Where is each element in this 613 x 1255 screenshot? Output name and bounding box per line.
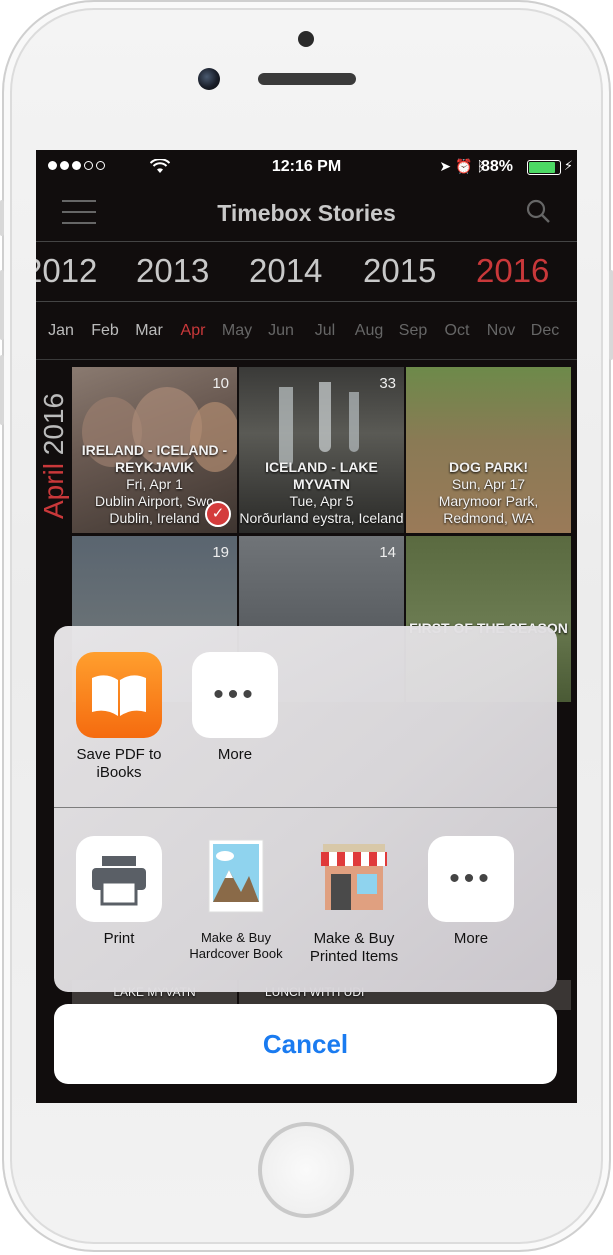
month-may[interactable]: May <box>215 322 259 340</box>
volume-up-button <box>0 270 4 340</box>
proximity-sensor <box>298 31 314 47</box>
action-more-activities[interactable]: ••• More <box>426 836 516 948</box>
year-selector: 2012 2013 2014 2015 2016 <box>36 242 577 302</box>
month-sep[interactable]: Sep <box>391 322 435 340</box>
month-oct[interactable]: Oct <box>435 322 479 340</box>
story-tile-dog-park[interactable]: DOG PARK! Sun, Apr 17 Marymoor Park, Red… <box>406 367 571 533</box>
tile-caption: ICELAND - LAKE MYVATN Tue, Apr 5 Norðurl… <box>239 459 404 526</box>
photo-book-icon <box>193 836 279 922</box>
screen: 12:16 PM ➤⏰ᛒ 88% ⚡ Timebox Stories 2012 … <box>36 150 577 1103</box>
month-nov[interactable]: Nov <box>479 322 523 340</box>
year-2012[interactable]: 2012 <box>36 252 97 290</box>
tile-photo-count: 10 <box>212 375 229 392</box>
month-apr[interactable]: Apr <box>171 322 215 340</box>
print-icon <box>76 836 162 922</box>
cancel-button[interactable]: Cancel <box>54 1004 557 1084</box>
action-more-apps[interactable]: ••• More <box>190 652 280 764</box>
year-2016[interactable]: 2016 <box>476 252 549 290</box>
tile-caption: DOG PARK! Sun, Apr 17 Marymoor Park, Red… <box>438 459 539 526</box>
month-mar[interactable]: Mar <box>127 322 171 340</box>
action-printed-items[interactable]: Make & Buy Printed Items <box>298 836 410 966</box>
month-dec[interactable]: Dec <box>523 322 567 340</box>
year-2014[interactable]: 2014 <box>249 252 322 290</box>
tile-photo-count: 14 <box>379 544 396 561</box>
year-2013[interactable]: 2013 <box>136 252 209 290</box>
month-aug[interactable]: Aug <box>347 322 391 340</box>
nav-bar: Timebox Stories <box>36 184 577 242</box>
month-jun[interactable]: Jun <box>259 322 303 340</box>
alarm-icon: ⏰ <box>455 158 477 174</box>
tile-photo-count: 33 <box>379 375 396 392</box>
battery-icon <box>527 160 561 175</box>
more-icon: ••• <box>192 652 278 738</box>
sheet-divider <box>54 807 557 808</box>
front-camera <box>198 68 220 90</box>
charging-icon: ⚡ <box>563 158 573 173</box>
storefront-icon <box>311 836 397 922</box>
action-hardcover-book[interactable]: Make & Buy Hardcover Book <box>180 836 292 962</box>
month-selector: Jan Feb Mar Apr May Jun Jul Aug Sep Oct … <box>36 302 577 360</box>
story-tile-lake-myvatn[interactable]: 33 ICELAND - LAKE MYVATN Tue, Apr 5 Norð… <box>239 367 404 533</box>
power-button <box>609 270 613 360</box>
tile-photo-count: 19 <box>212 544 229 561</box>
month-feb[interactable]: Feb <box>83 322 127 340</box>
section-month-label: April 2016 <box>38 392 69 520</box>
selected-check-icon: ✓ <box>205 501 231 527</box>
ibooks-icon <box>76 652 162 738</box>
story-tile-ireland[interactable]: 10 IRELAND - ICELAND - REYKJAVIK Fri, Ap… <box>72 367 237 533</box>
status-bar: 12:16 PM ➤⏰ᛒ 88% ⚡ <box>36 150 577 184</box>
more-icon: ••• <box>428 836 514 922</box>
battery-percentage: 88% <box>480 158 513 175</box>
year-2015[interactable]: 2015 <box>363 252 436 290</box>
volume-down-button <box>0 355 4 425</box>
action-print[interactable]: Print <box>74 836 164 948</box>
share-sheet: Save PDF to iBooks ••• More Print Make &… <box>54 626 557 992</box>
month-jan[interactable]: Jan <box>39 322 83 340</box>
page-title: Timebox Stories <box>217 200 396 226</box>
action-save-pdf-ibooks[interactable]: Save PDF to iBooks <box>74 652 164 782</box>
home-button[interactable] <box>258 1122 354 1218</box>
month-jul[interactable]: Jul <box>303 322 347 340</box>
earpiece-speaker <box>258 73 356 85</box>
search-icon[interactable] <box>525 198 551 224</box>
location-icon: ➤ <box>439 158 456 174</box>
mute-switch <box>0 200 4 236</box>
